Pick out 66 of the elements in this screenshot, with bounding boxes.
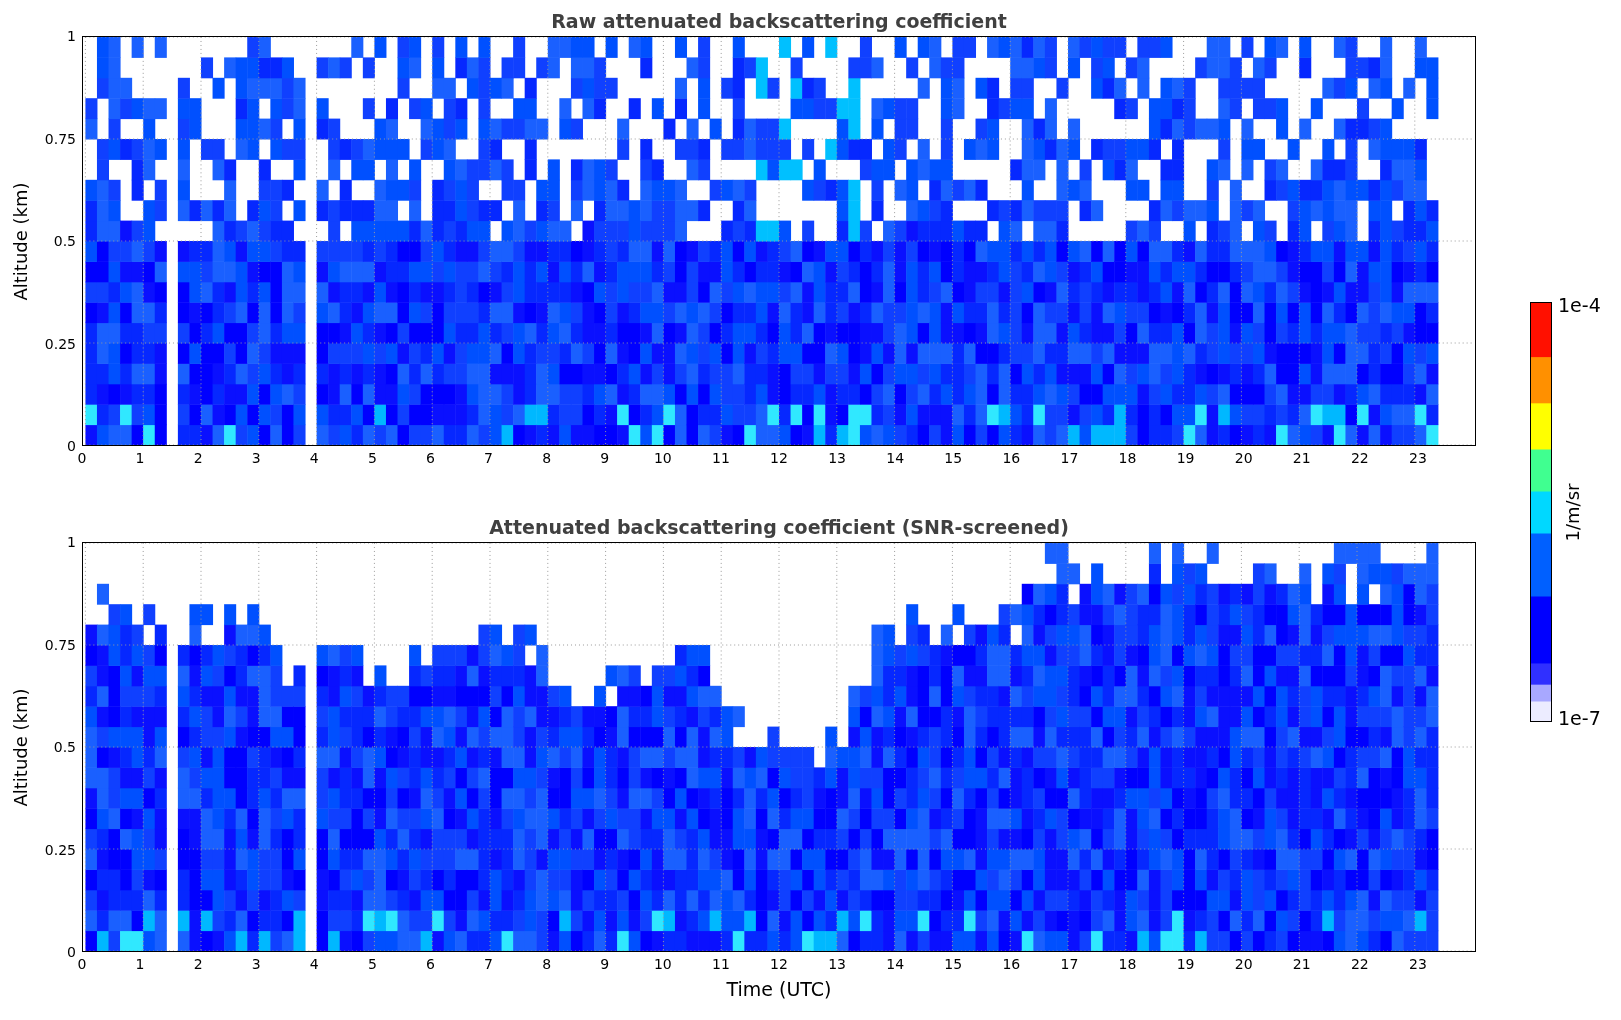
colorbar-min-label: 1e-7 xyxy=(1558,709,1601,728)
tick-label: 16 xyxy=(1002,957,1021,971)
tick-label: 15 xyxy=(944,957,963,971)
tick-label: 6 xyxy=(426,957,435,971)
tick-label: 10 xyxy=(653,451,672,465)
tick-label: 12 xyxy=(770,957,788,971)
tick-label: 13 xyxy=(828,957,846,971)
colorbar-unit-label: 1/m/sr xyxy=(1562,483,1584,541)
tick-label: 0 xyxy=(67,945,76,959)
plot-title: Raw attenuated backscattering coefficient xyxy=(551,10,1007,34)
tick-label: 7 xyxy=(484,957,494,971)
tick-label: 21 xyxy=(1292,451,1311,465)
tick-label: 4 xyxy=(309,451,319,465)
tick-label: 0 xyxy=(77,451,87,465)
tick-label: 21 xyxy=(1292,957,1311,971)
tick-label: 0.25 xyxy=(44,842,76,857)
axis-label: Time (UTC) xyxy=(726,978,832,1000)
tick-label: 0.75 xyxy=(44,131,76,146)
tick-label: 2 xyxy=(193,957,203,971)
tick-label: 19 xyxy=(1176,957,1195,971)
tick-label: 0 xyxy=(77,957,87,971)
tick-label: 8 xyxy=(542,957,552,971)
tick-label: 1 xyxy=(67,29,76,43)
tick-label: 0 xyxy=(67,439,76,453)
tick-label: 1 xyxy=(67,535,76,549)
tick-label: 7 xyxy=(484,451,494,465)
tick-label: 0.5 xyxy=(53,234,76,248)
tick-label: 20 xyxy=(1234,451,1253,465)
tick-label: 11 xyxy=(712,451,730,465)
tick-label: 20 xyxy=(1234,957,1253,971)
tick-label: 14 xyxy=(886,451,905,465)
tick-label: 0.75 xyxy=(44,637,76,652)
tick-label: 23 xyxy=(1409,957,1427,971)
tick-label: 3 xyxy=(251,957,261,971)
tick-label: 18 xyxy=(1118,451,1137,465)
tick-label: 22 xyxy=(1350,957,1369,971)
tick-label: 5 xyxy=(367,451,377,465)
tick-label: 16 xyxy=(1002,451,1021,465)
tick-label: 18 xyxy=(1118,957,1137,971)
tick-label: 6 xyxy=(426,451,435,465)
tick-label: 9 xyxy=(600,451,610,465)
tick-label: 17 xyxy=(1060,451,1079,465)
tick-label: 0.5 xyxy=(53,740,76,754)
colorbar-max-label: 1e-4 xyxy=(1558,296,1601,315)
tick-label: 9 xyxy=(600,957,610,971)
axis-label: Altitude (km) xyxy=(9,687,31,807)
tick-label: 13 xyxy=(828,451,846,465)
tick-label: 23 xyxy=(1409,451,1427,465)
tick-label: 5 xyxy=(367,957,377,971)
tick-label: 1 xyxy=(135,957,145,971)
tick-label: 11 xyxy=(712,957,730,971)
plot-title: Attenuated backscattering coefficient (SNR-screened) xyxy=(489,516,1069,540)
tick-label: 0.25 xyxy=(44,336,76,351)
tick-label: 3 xyxy=(251,451,261,465)
tick-label: 1 xyxy=(135,451,145,465)
tick-label: 15 xyxy=(944,451,963,465)
tick-label: 4 xyxy=(309,957,319,971)
tick-label: 22 xyxy=(1350,451,1369,465)
tick-label: 19 xyxy=(1176,451,1195,465)
tick-label: 14 xyxy=(886,957,905,971)
tick-label: 2 xyxy=(193,451,203,465)
tick-label: 17 xyxy=(1060,957,1079,971)
tick-label: 10 xyxy=(653,957,672,971)
axis-label: Altitude (km) xyxy=(9,181,31,301)
tick-label: 12 xyxy=(770,451,788,465)
tick-label: 8 xyxy=(542,451,552,465)
